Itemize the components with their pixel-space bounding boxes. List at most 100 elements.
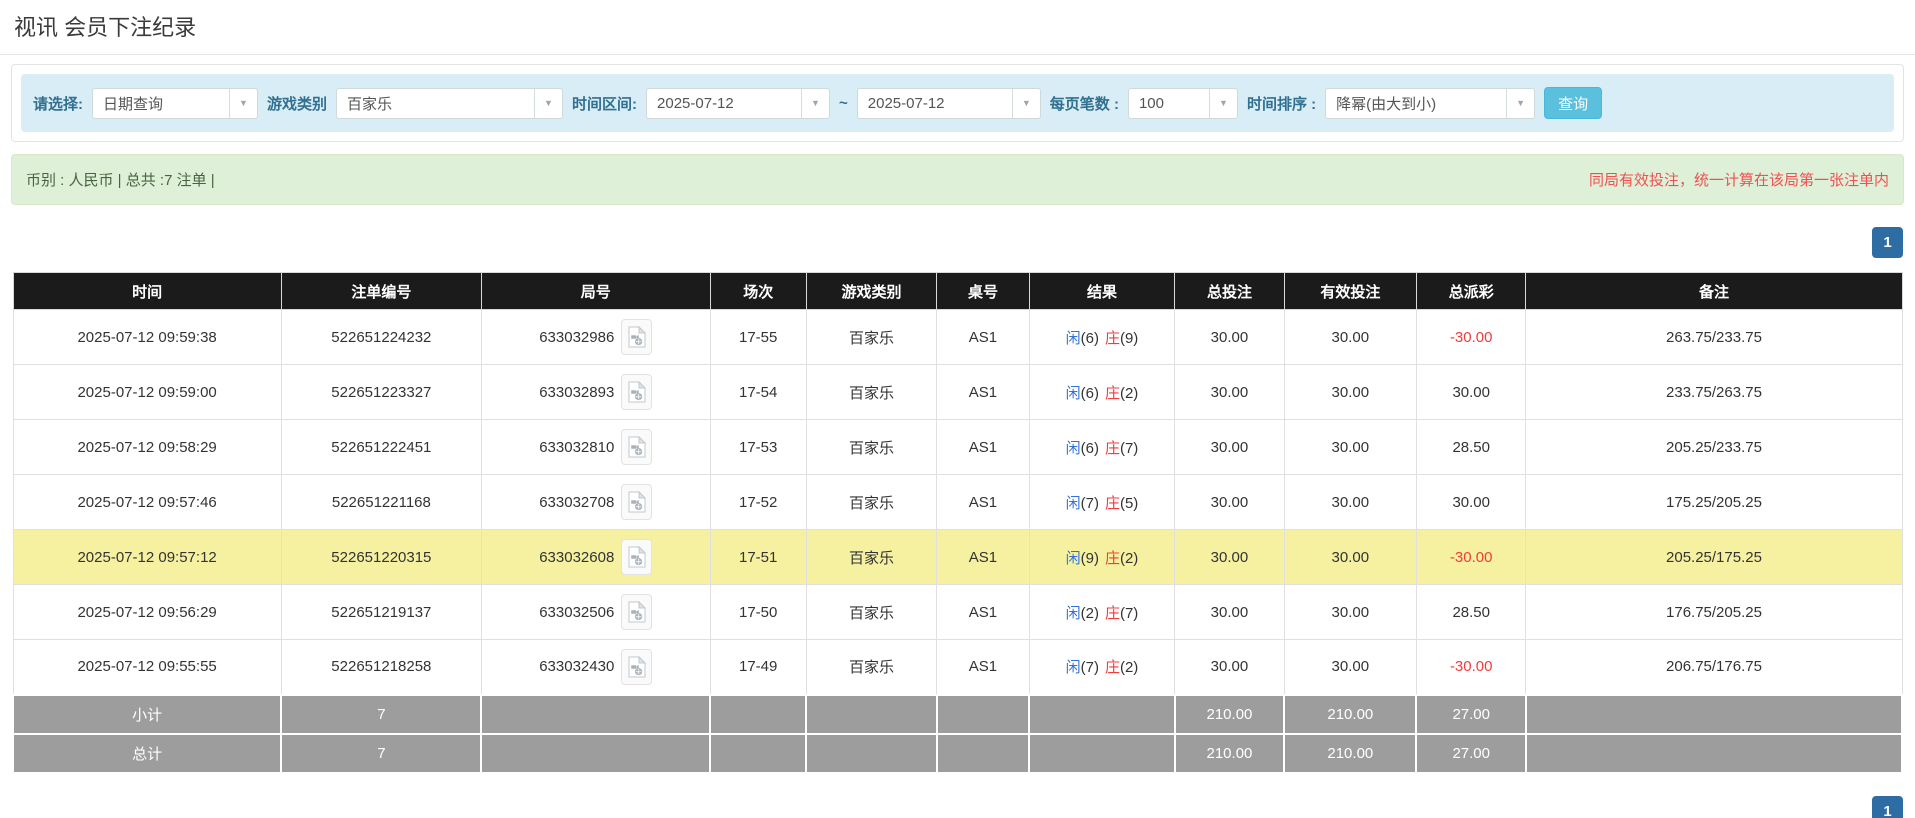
result-player: 闲 — [1065, 439, 1081, 457]
result-player: 闲 — [1065, 329, 1081, 347]
bet-id: 522651218258 — [280, 639, 482, 695]
column-header: 注单编号 — [280, 272, 482, 310]
round-id: 633032608 — [539, 548, 615, 566]
total-bet-link[interactable]: 30.00 — [1174, 474, 1285, 530]
video-replay-button[interactable] — [621, 319, 653, 355]
column-header: 备注 — [1525, 272, 1903, 310]
column-header: 时间 — [12, 272, 282, 310]
total-bet-link[interactable]: 30.00 — [1174, 419, 1285, 475]
subtotal-count: 7 — [280, 693, 483, 735]
query-type-value: 日期查询 — [103, 95, 164, 113]
result-cell: 闲(7) 庄(2) — [1028, 639, 1176, 695]
game-type-select[interactable]: 百家乐 ▼ — [336, 87, 564, 119]
result-banker: 庄 — [1104, 384, 1120, 402]
time-range-label: 时间区间: — [572, 95, 638, 113]
video-replay-button[interactable] — [621, 594, 653, 630]
note: 205.25/233.75 — [1525, 419, 1903, 475]
video-replay-button[interactable] — [621, 484, 653, 520]
game-type: 百家乐 — [805, 529, 938, 585]
table-row: 2025-07-12 09:57:12 522651220315 6330326… — [12, 529, 1903, 585]
bet-time: 2025-07-12 09:55:55 — [12, 639, 282, 695]
total-bet-link[interactable]: 30.00 — [1174, 584, 1285, 640]
round-id-cell: 633032810 — [480, 419, 711, 475]
search-button[interactable]: 查询 — [1544, 87, 1603, 119]
query-type-label: 请选择: — [33, 95, 83, 113]
note: 205.25/175.25 — [1525, 529, 1903, 585]
bet-id: 522651224232 — [280, 309, 482, 365]
total-count: 7 — [280, 732, 483, 774]
payout: 30.00 — [1415, 364, 1527, 420]
table-row: 2025-07-12 09:55:55 522651218258 6330324… — [12, 639, 1903, 695]
total-bet-link[interactable]: 30.00 — [1174, 364, 1285, 420]
round-id: 633032986 — [539, 328, 615, 346]
game-type: 百家乐 — [805, 419, 938, 475]
session-number: 17-55 — [709, 309, 807, 365]
sort-order-select[interactable]: 降幂(由大到小) ▼ — [1325, 87, 1536, 119]
chevron-down-icon: ▼ — [534, 88, 562, 118]
total-bet-link[interactable]: 30.00 — [1174, 639, 1285, 695]
filter-panel: 请选择: 日期查询 ▼ 游戏类别 百家乐 ▼ 时间区间: 2025-07-12 … — [11, 64, 1904, 142]
result-banker: 庄 — [1104, 549, 1120, 567]
note: 233.75/263.75 — [1525, 364, 1903, 420]
game-type-label: 游戏类别 — [267, 95, 328, 113]
payout: 28.50 — [1415, 419, 1527, 475]
valid-bet: 30.00 — [1283, 584, 1417, 640]
table-number: AS1 — [936, 309, 1030, 365]
round-id: 633032708 — [539, 493, 615, 511]
bet-time: 2025-07-12 09:57:12 — [12, 529, 282, 585]
total-valid-bet: 210.00 — [1283, 732, 1418, 774]
table-number: AS1 — [936, 364, 1030, 420]
result-player: 闲 — [1065, 659, 1081, 677]
round-id-cell: 633032893 — [480, 364, 711, 420]
payout: -30.00 — [1415, 639, 1527, 695]
date-to-value: 2025-07-12 — [867, 94, 945, 112]
video-replay-button[interactable] — [621, 374, 653, 410]
round-id: 633032506 — [539, 603, 615, 621]
result-cell: 闲(6) 庄(2) — [1028, 364, 1176, 420]
result-banker-points: (2) — [1119, 659, 1139, 677]
result-cell: 闲(7) 庄(5) — [1028, 474, 1176, 530]
page-number-button[interactable]: 1 — [1872, 227, 1903, 258]
sort-order-value: 降幂(由大到小) — [1336, 95, 1437, 113]
result-banker: 庄 — [1104, 604, 1120, 622]
column-header: 结果 — [1028, 272, 1176, 310]
page-title: 视讯 会员下注纪录 — [14, 15, 197, 40]
session-number: 17-49 — [709, 639, 807, 695]
result-player-points: (7) — [1080, 494, 1099, 512]
total-bet-link[interactable]: 30.00 — [1174, 309, 1285, 365]
column-header: 总投注 — [1174, 272, 1285, 310]
session-number: 17-54 — [709, 364, 807, 420]
video-file-icon — [628, 491, 646, 513]
page-number-button[interactable]: 1 — [1872, 795, 1903, 818]
table-body: 2025-07-12 09:59:38 522651224232 6330329… — [12, 309, 1903, 695]
payout: 30.00 — [1415, 474, 1527, 530]
video-replay-button[interactable] — [621, 648, 653, 685]
query-type-select[interactable]: 日期查询 ▼ — [92, 87, 258, 119]
subtotal-label: 小计 — [11, 693, 283, 735]
total-bet-link[interactable]: 30.00 — [1174, 529, 1285, 585]
video-replay-button[interactable] — [621, 429, 653, 465]
result-player: 闲 — [1065, 604, 1081, 622]
result-player: 闲 — [1065, 549, 1081, 567]
result-player-points: (9) — [1080, 549, 1099, 567]
valid-bet: 30.00 — [1283, 419, 1417, 475]
date-to-select[interactable]: 2025-07-12 ▼ — [856, 87, 1041, 119]
result-banker-points: (2) — [1119, 384, 1139, 402]
page-size-select[interactable]: 100 ▼ — [1127, 87, 1238, 119]
result-cell: 闲(2) 庄(7) — [1028, 584, 1176, 640]
result-cell: 闲(9) 庄(2) — [1028, 529, 1176, 585]
result-banker: 庄 — [1104, 659, 1120, 677]
bet-time: 2025-07-12 09:56:29 — [12, 584, 282, 640]
bet-time: 2025-07-12 09:57:46 — [12, 474, 282, 530]
result-player: 闲 — [1065, 384, 1081, 402]
page-header: 视讯 会员下注纪录 — [0, 0, 1915, 55]
table-number: AS1 — [936, 529, 1030, 585]
table-row: 2025-07-12 09:57:46 522651221168 6330327… — [12, 474, 1903, 530]
round-id-cell: 633032986 — [480, 309, 711, 365]
date-from-select[interactable]: 2025-07-12 ▼ — [646, 87, 831, 119]
video-replay-button[interactable] — [621, 539, 653, 575]
round-id-cell: 633032708 — [480, 474, 711, 530]
note: 176.75/205.25 — [1525, 584, 1903, 640]
date-from-value: 2025-07-12 — [657, 94, 734, 112]
table-row: 2025-07-12 09:58:29 522651222451 6330328… — [12, 419, 1903, 475]
